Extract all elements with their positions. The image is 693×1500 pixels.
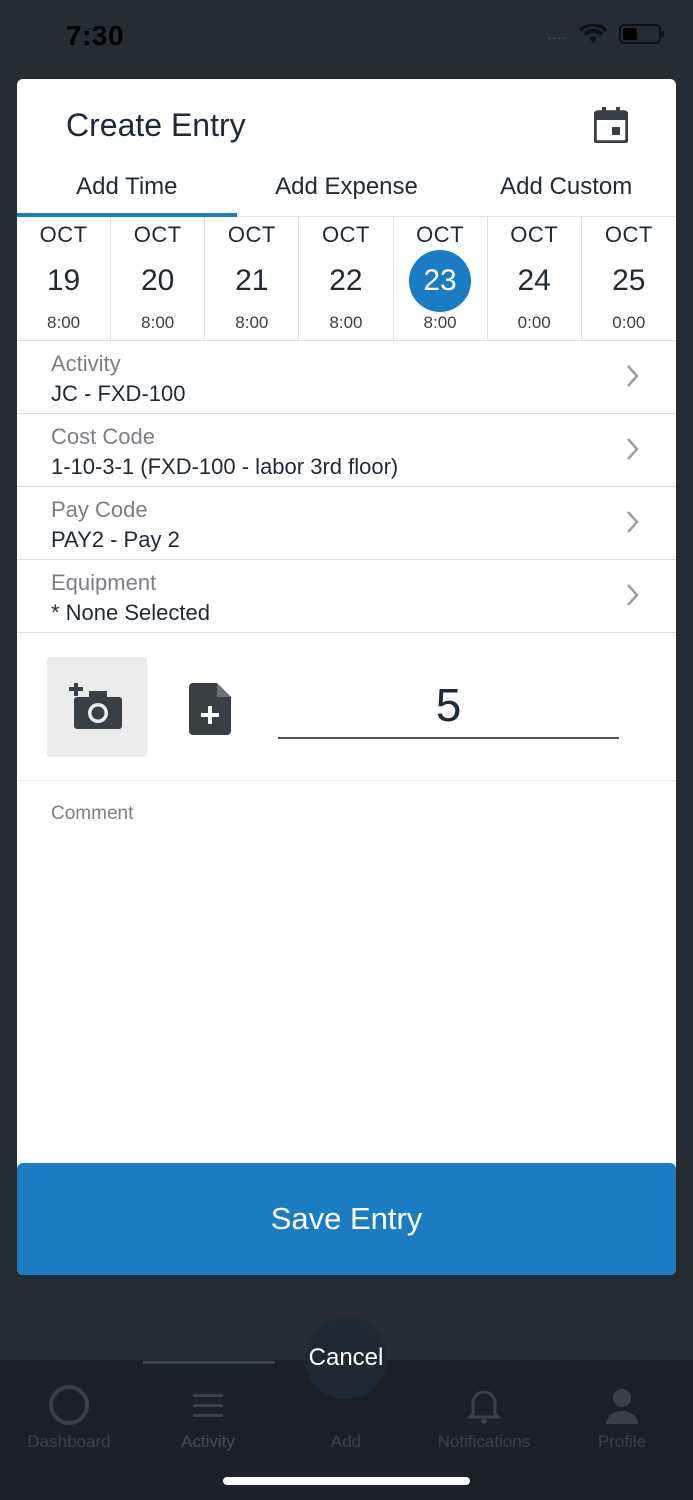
wifi-icon [579,24,607,43]
day-hours: 8:00 [423,313,457,332]
cancel-button[interactable]: Cancel [305,1317,387,1399]
bell-icon [466,1390,502,1424]
day-cell-selected[interactable]: OCT 23 8:00 [394,217,488,340]
activity-row[interactable]: Activity JC - FXD-100 [17,341,676,414]
day-cell[interactable]: OCT 24 0:00 [488,217,582,340]
active-tab-indicator [143,1361,275,1364]
status-bar: 7:30 .... [0,0,693,79]
status-indicators: .... [547,24,664,44]
day-hours: 8:00 [141,313,175,332]
day-number: 23 [409,250,472,312]
cost-code-label: Cost Code [51,424,155,449]
equipment-label: Equipment [51,570,157,595]
tab-label: Profile [597,1432,647,1451]
create-entry-modal: Create Entry Add Time Add Expense Add Cu… [17,79,676,1275]
tab-activity[interactable]: Activity [139,1384,277,1452]
activity-value: JC - FXD-100 [51,381,186,406]
day-month: OCT [416,222,465,247]
day-cell[interactable]: OCT 21 8:00 [205,217,300,340]
add-file-icon[interactable] [189,683,233,735]
day-month: OCT [604,222,653,247]
save-entry-button[interactable]: Save Entry [17,1163,676,1275]
day-number: 24 [517,264,551,297]
tab-profile[interactable]: Profile [553,1384,691,1452]
equipment-value: * None Selected [51,600,210,625]
add-photo-icon [69,683,122,729]
day-cell[interactable]: OCT 22 8:00 [299,217,394,340]
day-number: 22 [329,264,363,297]
day-selector: OCT 19 8:00 OCT 20 8:00 OCT 21 8:00 OCT … [17,217,676,341]
day-month: OCT [133,222,182,247]
home-indicator [223,1477,470,1485]
add-photo-button[interactable] [47,657,147,757]
hours-input[interactable] [278,673,619,739]
tab-add-expense[interactable]: Add Expense [237,169,457,216]
cost-code-value: 1-10-3-1 (FXD-100 - labor 3rd floor) [51,454,399,479]
day-month: OCT [39,222,88,247]
attachments-row [17,633,676,781]
tab-add-custom[interactable]: Add Custom [456,169,676,216]
modal-header: Create Entry [17,79,676,169]
day-hours: 8:00 [329,313,363,332]
pay-code-row[interactable]: Pay Code PAY2 - Pay 2 [17,487,676,560]
list-icon [193,1394,223,1417]
day-cell[interactable]: OCT 25 0:00 [582,217,676,340]
activity-label: Activity [51,351,121,376]
chevron-right-icon [627,511,639,533]
day-hours: 0:00 [612,313,646,332]
tab-label: Notifications [437,1432,531,1451]
comment-field[interactable] [51,803,641,1143]
pay-code-value: PAY2 - Pay 2 [51,527,180,552]
day-number: 25 [612,264,646,297]
chevron-right-icon [627,438,639,460]
entry-tabs: Add Time Add Expense Add Custom [17,169,676,217]
status-time: 7:30 [66,20,125,51]
battery-icon [619,24,664,44]
day-hours: 8:00 [47,313,81,332]
tab-dashboard[interactable]: Dashboard [0,1384,138,1452]
person-icon [606,1389,638,1424]
day-month: OCT [321,222,370,247]
tab-add-time[interactable]: Add Time [17,169,237,217]
day-hours: 0:00 [517,313,551,332]
day-cell[interactable]: OCT 19 8:00 [17,217,112,340]
calendar-icon[interactable] [594,107,628,143]
day-month: OCT [227,222,276,247]
dashboard-icon [49,1385,89,1425]
cost-code-row[interactable]: Cost Code 1-10-3-1 (FXD-100 - labor 3rd … [17,414,676,487]
chevron-right-icon [627,365,639,387]
day-number: 20 [141,264,175,297]
page-title: Create Entry [66,107,246,143]
tab-label: Dashboard [27,1432,111,1451]
day-cell[interactable]: OCT 20 8:00 [111,217,206,340]
tab-label: Add [330,1432,362,1451]
chevron-right-icon [627,584,639,606]
pay-code-label: Pay Code [51,497,148,522]
signal-icon: .... [547,26,567,42]
day-number: 19 [46,264,81,297]
day-number: 21 [235,264,269,297]
tab-label: Activity [181,1432,235,1451]
tab-notifications[interactable]: Notifications [415,1384,553,1452]
equipment-row[interactable]: Equipment * None Selected [17,560,676,633]
day-month: OCT [510,222,559,247]
day-hours: 8:00 [235,313,269,332]
